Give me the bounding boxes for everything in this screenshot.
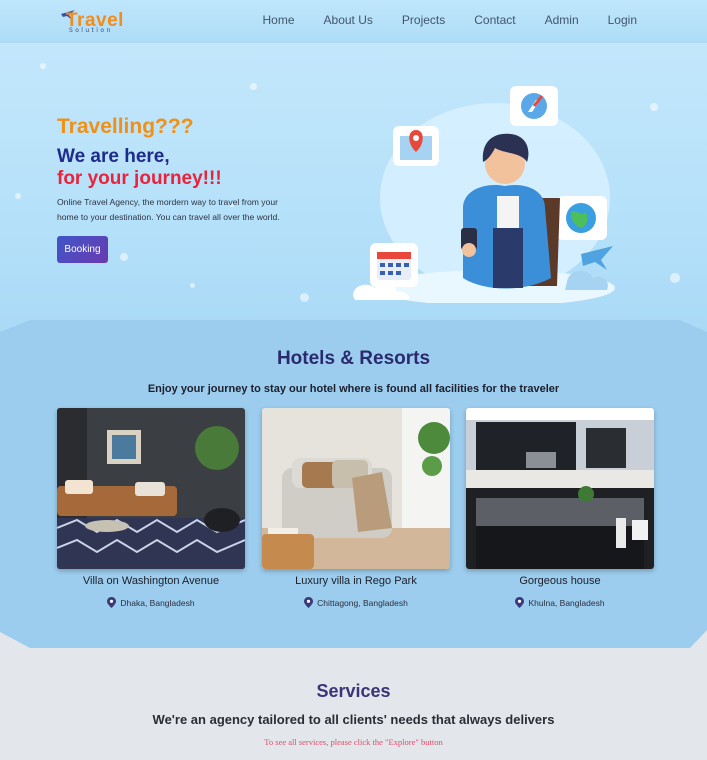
hero-section: Travelling??? We are here, for your jour… — [0, 43, 707, 343]
hotels-subtitle: Enjoy your journey to stay our hotel whe… — [147, 383, 560, 395]
location-pin-icon — [107, 597, 117, 608]
nav-menu: Home About Us Projects Contact Admin Log… — [234, 13, 637, 27]
hero-headline: We are here, — [57, 146, 170, 167]
hero-question: Travelling??? — [57, 115, 194, 138]
nav-admin[interactable]: Admin — [545, 13, 579, 27]
hotels-section: Hotels & Resorts Enjoy your journey to s… — [0, 320, 707, 650]
location-pin-icon — [304, 597, 314, 608]
hotel-card-image[interactable] — [466, 408, 654, 569]
decor-bubble — [650, 103, 658, 111]
booking-button[interactable]: Booking — [57, 236, 108, 263]
decor-bubble — [190, 283, 195, 288]
hotel-card-name: Luxury villa in Rego Park — [295, 575, 417, 587]
brand-tagline: Solution — [69, 27, 113, 34]
hotel-photo — [57, 408, 245, 569]
map-pin-icon — [393, 126, 439, 166]
location-text: Dhaka, Bangladesh — [120, 597, 195, 608]
traveler-illustration — [353, 86, 615, 303]
services-note: To see all services, please click the "E… — [264, 737, 443, 747]
hotel-card-location: Dhaka, Bangladesh — [57, 597, 245, 608]
location-pin-icon — [515, 597, 525, 608]
hotel-card-location: Chittagong, Bangladesh — [262, 597, 450, 608]
location-text: Khulna, Bangladesh — [528, 597, 605, 608]
hero-description: Online Travel Agency, the mordern way to… — [57, 197, 280, 222]
services-subtitle: We're an agency tailored to all clients'… — [152, 712, 555, 727]
hotel-photo — [262, 408, 450, 569]
brand-logo[interactable]: Travel Solution — [60, 8, 130, 34]
hotel-card-location: Khulna, Bangladesh — [466, 597, 654, 608]
navbar: Travel Solution Home About Us Projects C… — [0, 0, 707, 43]
nav-projects[interactable]: Projects — [402, 13, 445, 27]
hotel-card-name: Villa on Washington Avenue — [82, 575, 220, 587]
decor-bubble — [120, 253, 128, 261]
decor-bubble — [250, 83, 257, 90]
hotel-card-image[interactable] — [262, 408, 450, 569]
hotel-card-name: Gorgeous house — [519, 575, 601, 587]
nav-about-us[interactable]: About Us — [324, 13, 373, 27]
decor-bubble — [670, 273, 680, 283]
calendar-icon — [370, 243, 418, 287]
compass-icon — [510, 86, 558, 126]
hotel-card-image[interactable] — [57, 408, 245, 569]
hero-headline-accent: for your journey!!! — [57, 168, 222, 189]
nav-login[interactable]: Login — [608, 13, 637, 27]
decor-bubble — [300, 293, 309, 302]
hotels-title: Hotels & Resorts — [276, 348, 431, 369]
location-text: Chittagong, Bangladesh — [317, 597, 408, 608]
decor-bubble — [40, 63, 46, 69]
services-title: Services — [316, 681, 391, 701]
hotel-photo — [466, 408, 654, 569]
decor-bubble — [15, 193, 21, 199]
nav-contact[interactable]: Contact — [474, 13, 515, 27]
globe-icon — [557, 196, 607, 240]
nav-home[interactable]: Home — [263, 13, 295, 27]
